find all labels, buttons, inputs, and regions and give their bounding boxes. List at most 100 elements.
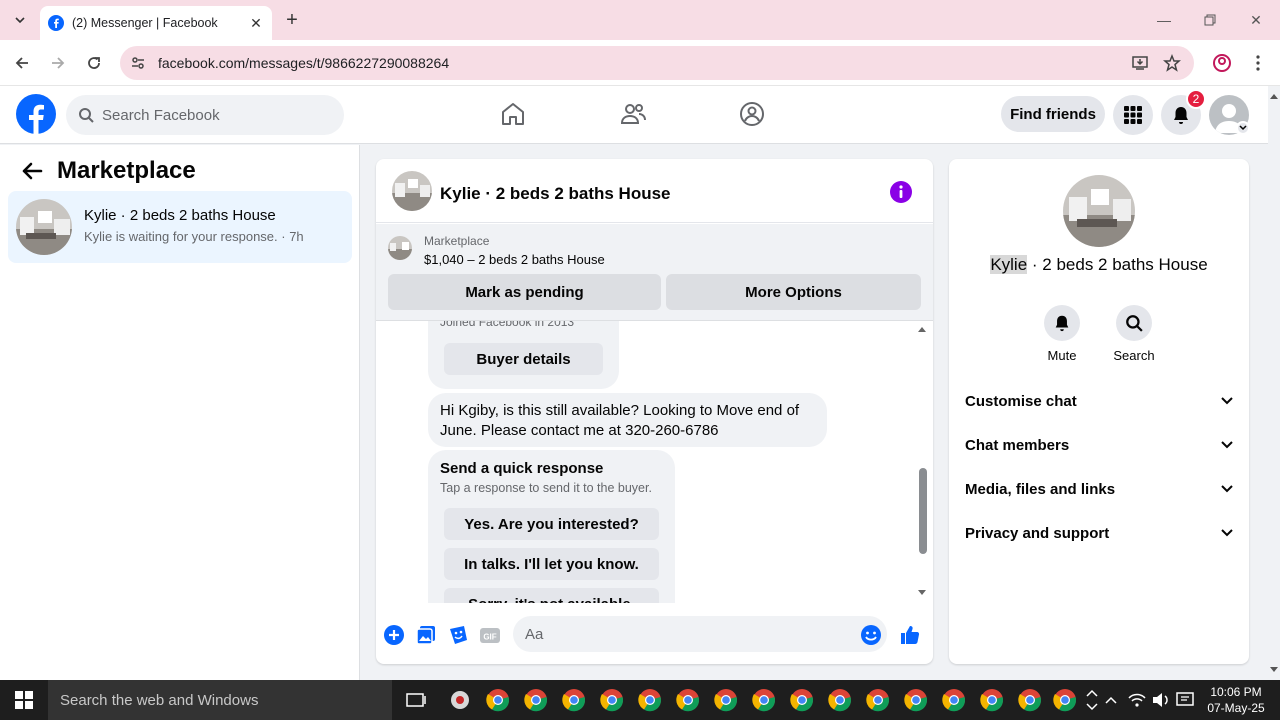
chrome-icon[interactable] bbox=[486, 688, 510, 712]
quick-reply-button[interactable]: In talks. I'll let you know. bbox=[444, 548, 659, 580]
windows-taskbar: Search the web and Windows 10:06 PM 07-M… bbox=[0, 680, 1280, 720]
notification-center-icon[interactable] bbox=[1174, 688, 1196, 712]
section-media-files-links[interactable]: Media, files and links bbox=[965, 469, 1233, 509]
reload-icon[interactable] bbox=[82, 51, 106, 75]
listing-avatar[interactable] bbox=[1063, 175, 1135, 247]
quick-response-subtitle: Tap a response to send it to the buyer. bbox=[440, 481, 652, 495]
chrome-icon[interactable] bbox=[904, 688, 928, 712]
section-customise-chat[interactable]: Customise chat bbox=[965, 381, 1233, 421]
quick-reply-button[interactable]: Yes. Are you interested? bbox=[444, 508, 659, 540]
groups-icon[interactable] bbox=[738, 100, 766, 128]
message-scrollbar[interactable] bbox=[917, 321, 927, 603]
message-list: Joined Facebook in 2013 Buyer details Hi… bbox=[376, 321, 933, 603]
search-icon bbox=[1126, 315, 1143, 332]
message-input[interactable]: Aa bbox=[513, 616, 887, 652]
wifi-icon[interactable] bbox=[1126, 688, 1148, 712]
chrome-icon[interactable] bbox=[828, 688, 852, 712]
install-app-icon[interactable] bbox=[1128, 51, 1152, 75]
chrome-icon[interactable] bbox=[676, 688, 700, 712]
photo-icon[interactable] bbox=[415, 624, 437, 646]
app-icon[interactable] bbox=[448, 688, 472, 712]
plus-icon[interactable] bbox=[383, 624, 405, 646]
close-window-icon[interactable]: ✕ bbox=[1233, 8, 1279, 32]
back-arrow-icon[interactable] bbox=[20, 159, 44, 183]
chrome-icon[interactable] bbox=[942, 688, 966, 712]
tab-close-icon[interactable]: ✕ bbox=[248, 15, 264, 31]
gif-icon[interactable]: GIF bbox=[479, 624, 501, 646]
taskbar-search[interactable]: Search the web and Windows bbox=[48, 680, 392, 720]
forward-icon[interactable] bbox=[46, 51, 70, 75]
thumbs-up-icon[interactable] bbox=[899, 624, 921, 646]
facebook-search-input[interactable]: Search Facebook bbox=[66, 95, 344, 135]
quick-reply-button[interactable]: Sorry, it's not available. bbox=[444, 588, 659, 603]
chrome-icon[interactable] bbox=[866, 688, 890, 712]
volume-icon[interactable] bbox=[1150, 688, 1172, 712]
more-options-button[interactable]: More Options bbox=[666, 274, 921, 310]
chrome-icon[interactable] bbox=[980, 688, 1004, 712]
search-placeholder: Search Facebook bbox=[102, 106, 220, 124]
taskbar-clock[interactable]: 10:06 PM 07-May-25 bbox=[1200, 684, 1272, 716]
search-button[interactable]: Search bbox=[1104, 305, 1164, 363]
chrome-menu-icon[interactable] bbox=[1246, 51, 1270, 75]
chrome-icon[interactable] bbox=[638, 688, 662, 712]
taskbar-scroll-icon[interactable] bbox=[1084, 688, 1100, 712]
mute-button[interactable]: Mute bbox=[1032, 305, 1092, 363]
chevron-down-icon bbox=[1221, 485, 1233, 493]
chrome-icon[interactable] bbox=[752, 688, 776, 712]
back-icon[interactable] bbox=[10, 51, 34, 75]
panel-title-name: Kylie bbox=[990, 255, 1028, 274]
chrome-icon[interactable] bbox=[562, 688, 586, 712]
page-scrollbar[interactable] bbox=[1268, 86, 1280, 680]
chrome-icon[interactable] bbox=[1053, 688, 1077, 712]
minimize-icon[interactable]: — bbox=[1141, 8, 1187, 32]
sticker-icon[interactable] bbox=[447, 624, 469, 646]
chrome-icon[interactable] bbox=[600, 688, 624, 712]
chat-header: Kylie · 2 beds 2 baths House bbox=[376, 159, 933, 223]
address-bar-row: facebook.com/messages/t/9866227290088264 bbox=[0, 40, 1280, 86]
conversation-item[interactable]: Kylie · 2 beds 2 baths House Kylie is wa… bbox=[8, 191, 352, 263]
scrollbar-thumb[interactable] bbox=[919, 468, 927, 554]
browser-tab-bar: (2) Messenger | Facebook ✕ + — ✕ bbox=[0, 0, 1280, 40]
chat-thumbnail[interactable] bbox=[392, 171, 432, 211]
chevron-up-icon[interactable] bbox=[1102, 688, 1120, 712]
chrome-icon[interactable] bbox=[714, 688, 738, 712]
panel-title-rest: · 2 beds 2 baths House bbox=[1027, 255, 1208, 274]
listing-price: $1,040 – 2 beds 2 baths House bbox=[424, 252, 605, 267]
task-view-icon[interactable] bbox=[404, 688, 428, 712]
info-icon[interactable] bbox=[889, 180, 913, 204]
new-tab-icon[interactable]: + bbox=[282, 9, 302, 31]
profile-icon[interactable] bbox=[1210, 51, 1234, 75]
section-privacy-support[interactable]: Privacy and support bbox=[965, 513, 1233, 553]
friends-icon[interactable] bbox=[619, 100, 647, 128]
windows-start-icon[interactable] bbox=[0, 680, 48, 720]
emoji-icon[interactable] bbox=[860, 624, 882, 646]
section-chat-members[interactable]: Chat members bbox=[965, 425, 1233, 465]
buyer-details-button[interactable]: Buyer details bbox=[444, 343, 603, 375]
facebook-header: Search Facebook Find friends 2 bbox=[0, 86, 1268, 144]
restore-icon[interactable] bbox=[1187, 8, 1233, 32]
clock-date: 07-May-25 bbox=[1207, 701, 1265, 715]
marketplace-label: Marketplace bbox=[424, 234, 490, 248]
bookmark-star-icon[interactable] bbox=[1160, 51, 1184, 75]
search-label: Search bbox=[1113, 348, 1155, 363]
section-label: Customise chat bbox=[965, 392, 1077, 410]
section-label: Media, files and links bbox=[965, 480, 1116, 498]
buyer-message: Hi Kgiby, is this still available? Looki… bbox=[428, 393, 827, 447]
chevron-down-icon[interactable] bbox=[1236, 121, 1250, 135]
home-icon[interactable] bbox=[499, 100, 527, 128]
find-friends-button[interactable]: Find friends bbox=[1001, 96, 1105, 132]
sidebar-title: Marketplace bbox=[57, 157, 196, 184]
mark-as-pending-button[interactable]: Mark as pending bbox=[388, 274, 661, 310]
site-info-icon[interactable] bbox=[128, 53, 148, 73]
composer: GIF Aa bbox=[376, 615, 933, 655]
tab-search-icon[interactable] bbox=[8, 8, 32, 32]
omnibox[interactable]: facebook.com/messages/t/9866227290088264 bbox=[120, 46, 1194, 80]
clock-time: 10:06 PM bbox=[1210, 685, 1262, 699]
chrome-icon[interactable] bbox=[790, 688, 814, 712]
menu-grid-button[interactable] bbox=[1113, 95, 1153, 135]
chrome-icon[interactable] bbox=[524, 688, 548, 712]
chrome-icon[interactable] bbox=[1018, 688, 1042, 712]
house-thumbnail bbox=[16, 199, 72, 255]
browser-tab[interactable]: (2) Messenger | Facebook ✕ bbox=[40, 6, 272, 40]
facebook-logo-icon[interactable] bbox=[16, 94, 56, 134]
